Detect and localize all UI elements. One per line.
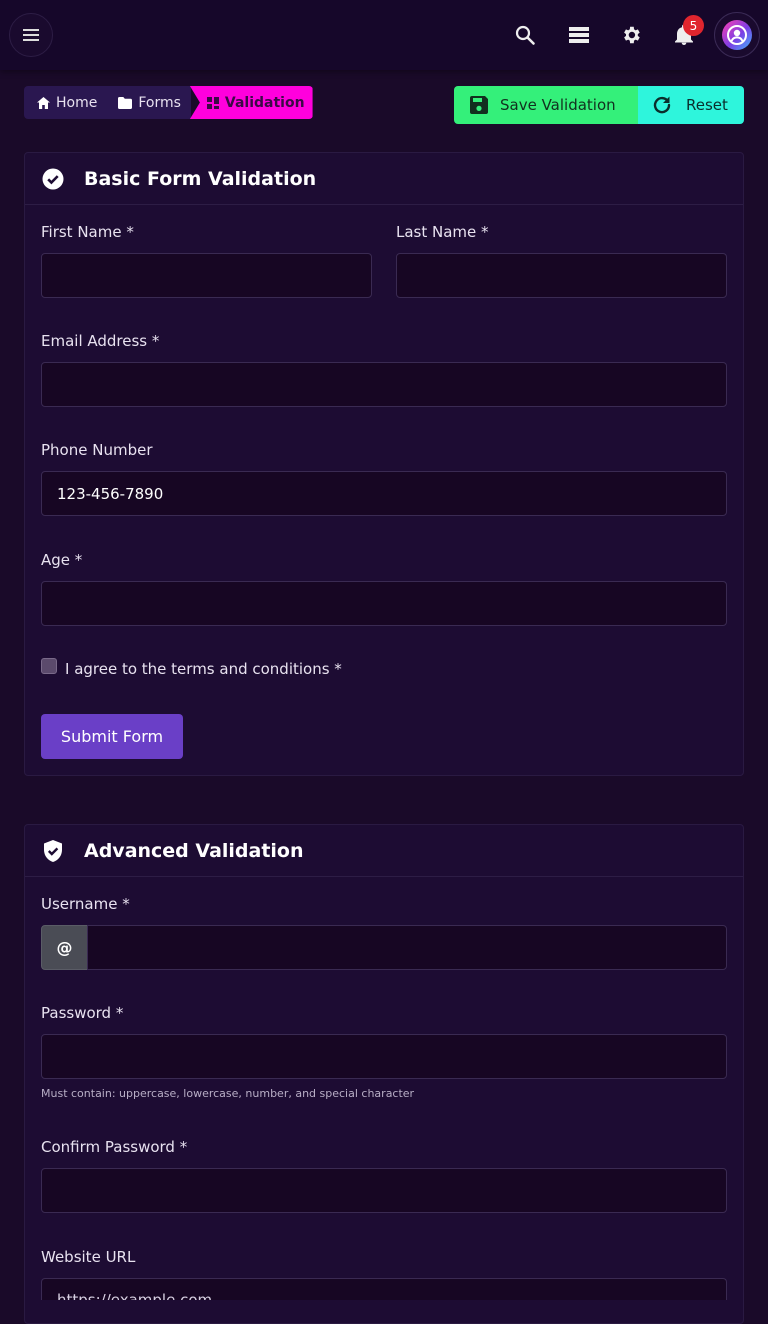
breadcrumb-home[interactable]: Home [24,86,106,119]
breadcrumb-home-label: Home [56,94,98,111]
breadcrumb-validation[interactable]: Validation [189,86,313,119]
email-input[interactable] [41,362,727,407]
save-validation-label: Save Validation [500,96,616,114]
shield-check-icon [44,839,62,862]
menu-toggle-button[interactable] [9,13,53,57]
phone-input[interactable]: 123-456-7890 [41,471,727,516]
basic-validation-title: Basic Form Validation [84,167,317,190]
first-name-input[interactable] [41,253,372,298]
username-label: Username * [41,895,130,913]
age-input[interactable] [41,581,727,626]
basic-validation-card: Basic Form Validation [24,152,744,776]
user-avatar-icon [722,20,752,50]
phone-label: Phone Number [41,441,153,459]
phone-input-value: 123-456-7890 [57,484,164,503]
floppy-disk-icon [470,96,488,114]
breadcrumb-validation-label: Validation [224,94,305,111]
breadcrumb: Home Forms Validation [24,86,313,119]
search-button[interactable] [512,22,538,48]
last-name-label: Last Name * [396,223,489,241]
reset-button[interactable]: Reset [638,86,744,124]
basic-validation-header: Basic Form Validation [25,153,743,205]
folder-icon [118,96,133,109]
username-at-addon: @ [41,925,88,970]
confirm-password-input[interactable] [41,1168,727,1213]
user-avatar-button[interactable] [714,12,760,58]
grid-icon [206,96,219,109]
breadcrumb-forms[interactable]: Forms [105,86,191,119]
advanced-validation-header: Advanced Validation [25,825,743,877]
submit-form-button[interactable]: Submit Form [41,714,183,759]
username-input[interactable] [87,925,727,970]
terms-checkbox[interactable] [41,658,57,674]
breadcrumb-forms-label: Forms [138,94,181,111]
check-circle-icon [42,168,64,189]
settings-button[interactable] [618,22,644,48]
confirm-password-label: Confirm Password * [41,1138,188,1156]
top-navbar: 5 [0,0,768,70]
password-hint: Must contain: uppercase, lowercase, numb… [41,1087,415,1100]
website-url-input[interactable]: https://example.com [41,1278,727,1300]
website-url-placeholder: https://example.com [57,1291,213,1300]
first-name-label: First Name * [41,223,134,241]
save-validation-button[interactable]: Save Validation [454,86,638,124]
refresh-icon [653,96,671,114]
website-url-label: Website URL [41,1248,136,1266]
server-button[interactable] [566,22,592,48]
search-icon [515,25,535,45]
notification-count-badge: 5 [683,15,704,36]
page-actions: Save Validation Reset [454,86,744,124]
server-icon [569,27,589,43]
advanced-validation-title: Advanced Validation [84,839,304,862]
reset-label: Reset [686,96,728,114]
password-label: Password * [41,1004,124,1022]
password-input[interactable] [41,1034,727,1079]
age-label: Age * [41,551,83,569]
hamburger-icon [23,29,39,41]
terms-label: I agree to the terms and conditions * [65,660,342,678]
last-name-input[interactable] [396,253,727,298]
home-icon [37,96,50,109]
email-label: Email Address * [41,332,160,350]
gear-icon [624,26,640,44]
